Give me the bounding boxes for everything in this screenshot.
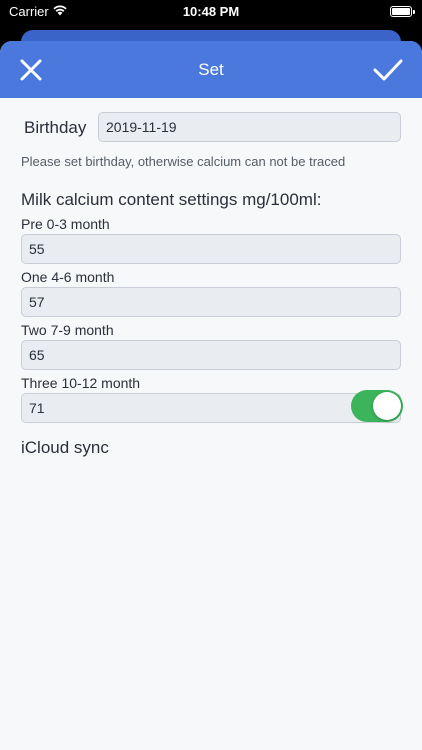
birthday-field[interactable]: 2019-11-19 [98, 112, 401, 142]
nav-bar: Set [0, 41, 422, 98]
stage-three-field[interactable]: 71 [21, 393, 401, 423]
stage-three-label: Three 10-12 month [21, 375, 141, 391]
status-bar: Carrier 10:48 PM [0, 0, 422, 26]
stage-pre-label: Pre 0-3 month [21, 216, 110, 232]
stage-two-field[interactable]: 65 [21, 340, 401, 370]
toggle-knob [373, 392, 401, 420]
checkmark-icon[interactable] [372, 56, 404, 84]
milk-calcium-heading: Milk calcium content settings mg/100ml: [21, 190, 322, 209]
stage-one-field[interactable]: 57 [21, 287, 401, 317]
page-title: Set [198, 60, 224, 79]
icloud-sync-label: iCloud sync [21, 438, 109, 457]
birthday-label: Birthday [24, 118, 87, 137]
icloud-sync-toggle[interactable] [351, 390, 403, 422]
stage-one-label: One 4-6 month [21, 269, 115, 285]
birthday-hint: Please set birthday, otherwise calcium c… [21, 154, 346, 169]
stage-two-label: Two 7-9 month [21, 322, 114, 338]
clock: 10:48 PM [182, 4, 240, 19]
stage-pre-field[interactable]: 55 [21, 234, 401, 264]
battery-icon [390, 6, 415, 17]
